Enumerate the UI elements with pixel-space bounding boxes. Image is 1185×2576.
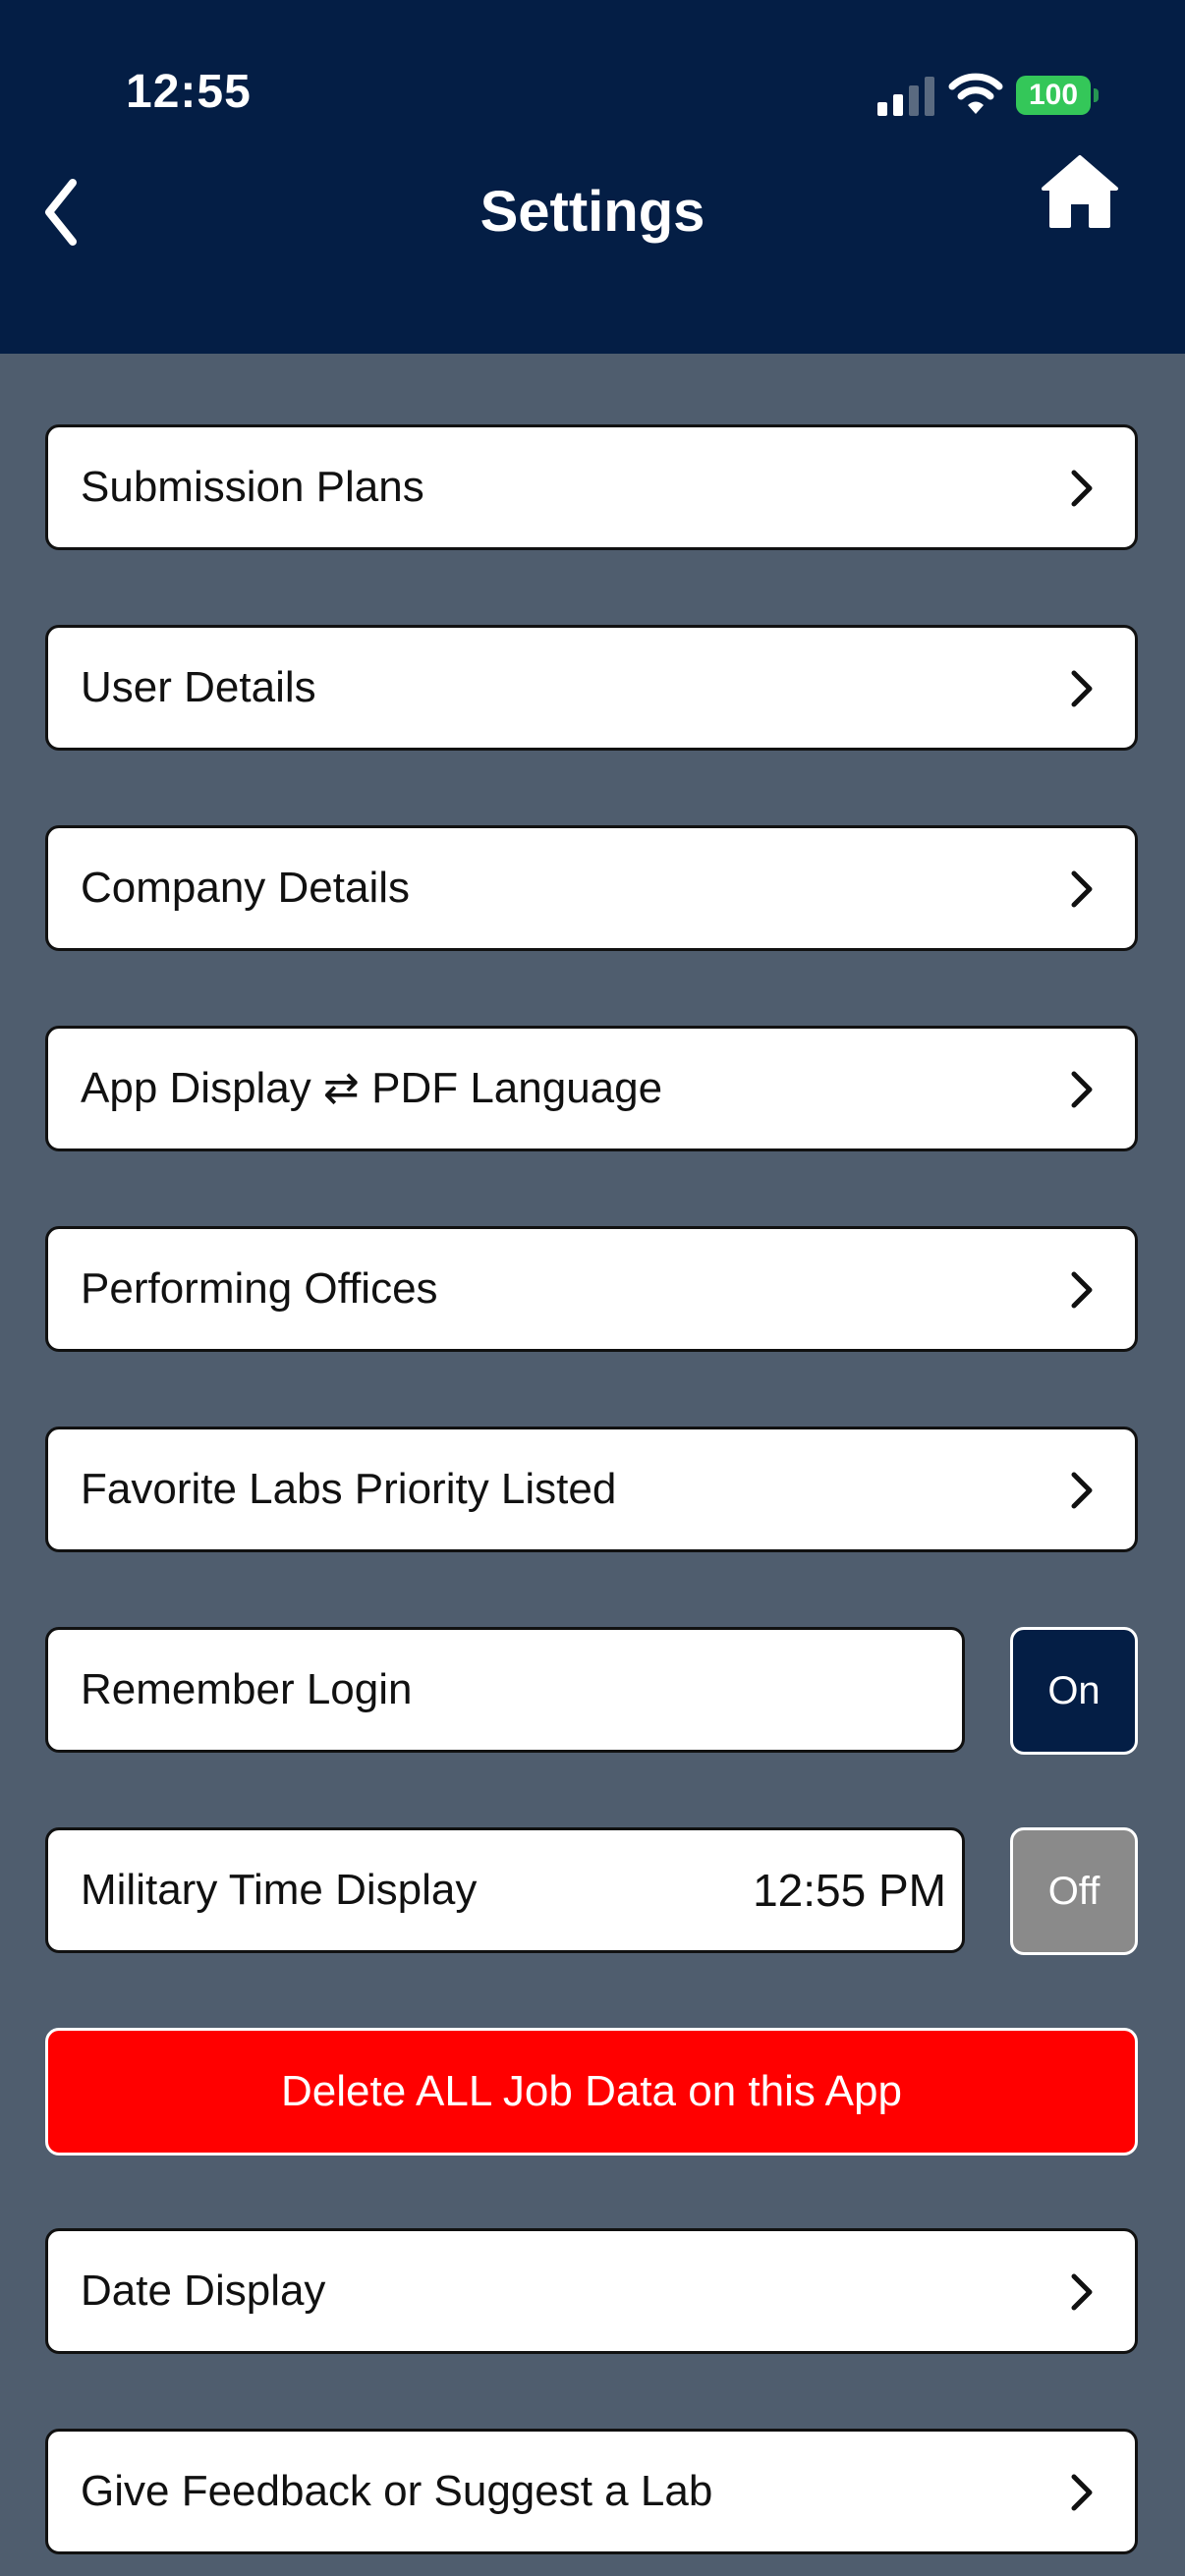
menu-item-date-display[interactable]: Date Display	[45, 2228, 1138, 2354]
chevron-right-icon	[1071, 1071, 1093, 1108]
remember-login-row: Remember Login	[45, 1627, 965, 1753]
menu-item-give-feedback[interactable]: Give Feedback or Suggest a Lab	[45, 2429, 1138, 2554]
menu-item-label: Date Display	[81, 2267, 326, 2315]
menu-item-performing-offices[interactable]: Performing Offices	[45, 1226, 1138, 1352]
battery-icon: 100	[1016, 76, 1099, 115]
menu-item-label: Company Details	[81, 864, 411, 912]
chevron-right-icon	[1071, 2273, 1093, 2311]
menu-item-company-details[interactable]: Company Details	[45, 825, 1138, 951]
military-time-label: Military Time Display	[81, 1866, 478, 1914]
page-title: Settings	[480, 180, 705, 244]
military-time-row: Military Time Display 12:55 PM	[45, 1827, 965, 1953]
menu-item-user-details[interactable]: User Details	[45, 625, 1138, 751]
menu-item-label: Submission Plans	[81, 463, 424, 511]
delete-all-job-data-button[interactable]: Delete ALL Job Data on this App	[45, 2028, 1138, 2156]
chevron-right-icon	[1071, 1271, 1093, 1309]
menu-item-label: Give Feedback or Suggest a Lab	[81, 2467, 713, 2515]
signal-icon	[877, 77, 934, 116]
remember-login-toggle[interactable]: On	[1010, 1627, 1138, 1755]
header-bar: 12:55 100 Settings	[0, 0, 1185, 354]
status-time: 12:55	[126, 66, 252, 118]
menu-item-label: Favorite Labs Priority Listed	[81, 1465, 617, 1513]
menu-item-label: App Display ⇄ PDF Language	[81, 1064, 663, 1112]
chevron-right-icon	[1071, 470, 1093, 507]
time-preview: 12:55 PM	[753, 1865, 946, 1916]
menu-item-favorite-labs[interactable]: Favorite Labs Priority Listed	[45, 1427, 1138, 1552]
chevron-right-icon	[1071, 1472, 1093, 1509]
chevron-right-icon	[1071, 670, 1093, 707]
chevron-right-icon	[1071, 870, 1093, 908]
wifi-icon	[948, 73, 1003, 114]
military-time-toggle[interactable]: Off	[1010, 1827, 1138, 1955]
menu-item-label: User Details	[81, 663, 316, 711]
menu-item-submission-plans[interactable]: Submission Plans	[45, 424, 1138, 550]
menu-item-app-display-pdf-language[interactable]: App Display ⇄ PDF Language	[45, 1026, 1138, 1151]
chevron-right-icon	[1071, 2474, 1093, 2511]
battery-level: 100	[1016, 76, 1091, 115]
remember-login-label: Remember Login	[81, 1665, 413, 1713]
battery-tip	[1094, 88, 1099, 102]
menu-item-label: Performing Offices	[81, 1264, 438, 1313]
home-icon[interactable]	[1040, 153, 1120, 232]
